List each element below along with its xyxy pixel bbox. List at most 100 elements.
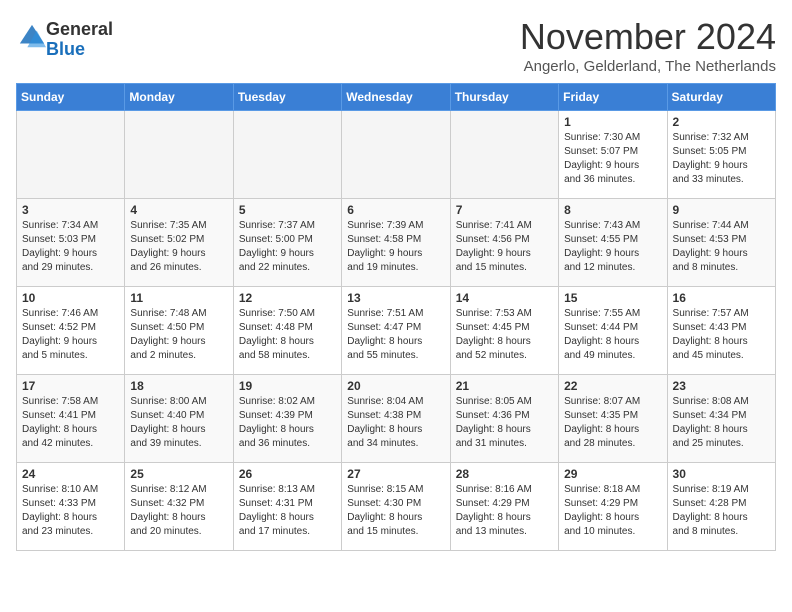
- day-number: 4: [130, 203, 227, 217]
- day-info: Sunrise: 7:55 AM Sunset: 4:44 PM Dayligh…: [564, 307, 661, 363]
- calendar-cell: 9 Sunrise: 7:44 AM Sunset: 4:53 PM Daylig…: [667, 199, 775, 287]
- calendar-cell: [342, 111, 450, 199]
- calendar-cell: 16 Sunrise: 7:57 AM Sunset: 4:43 PM Dayli…: [667, 287, 775, 375]
- day-info: Sunrise: 8:16 AM Sunset: 4:29 PM Dayligh…: [456, 483, 553, 539]
- logo-icon: [18, 23, 46, 51]
- calendar-cell: 22Sunrise: 8:07 AM Sunset: 4:35 PM Dayli…: [559, 375, 667, 463]
- calendar-cell: 11 Sunrise: 7:48 AM Sunset: 4:50 PM Dayli…: [125, 287, 233, 375]
- day-info: Sunrise: 7:57 AM Sunset: 4:43 PM Dayligh…: [673, 307, 770, 363]
- calendar-cell: 14 Sunrise: 7:53 AM Sunset: 4:45 PM Dayli…: [450, 287, 558, 375]
- title-block: November 2024 Angerlo, Gelderland, The N…: [520, 16, 776, 75]
- day-info: Sunrise: 8:13 AM Sunset: 4:31 PM Dayligh…: [239, 483, 336, 539]
- header-friday: Friday: [559, 84, 667, 111]
- day-number: 16: [673, 291, 770, 305]
- day-info: Sunrise: 7:37 AM Sunset: 5:00 PM Dayligh…: [239, 219, 336, 275]
- logo-general: General: [46, 19, 113, 39]
- day-info: Sunrise: 7:46 AM Sunset: 4:52 PM Dayligh…: [22, 307, 119, 363]
- day-number: 27: [347, 467, 444, 481]
- calendar-cell: 1 Sunrise: 7:30 AM Sunset: 5:07 PM Daylig…: [559, 111, 667, 199]
- day-info: Sunrise: 7:48 AM Sunset: 4:50 PM Dayligh…: [130, 307, 227, 363]
- day-number: 24: [22, 467, 119, 481]
- calendar-cell: 17 Sunrise: 7:58 AM Sunset: 4:41 PM Dayli…: [17, 375, 125, 463]
- day-number: 23: [673, 379, 770, 393]
- day-info: Sunrise: 8:04 AM Sunset: 4:38 PM Dayligh…: [347, 395, 444, 451]
- day-info: Sunrise: 8:12 AM Sunset: 4:32 PM Dayligh…: [130, 483, 227, 539]
- calendar-week-3: 17 Sunrise: 7:58 AM Sunset: 4:41 PM Dayli…: [17, 375, 776, 463]
- calendar-cell: 28 Sunrise: 8:16 AM Sunset: 4:29 PM Dayli…: [450, 463, 558, 551]
- calendar-cell: 2 Sunrise: 7:32 AM Sunset: 5:05 PM Daylig…: [667, 111, 775, 199]
- location-subtitle: Angerlo, Gelderland, The Netherlands: [520, 58, 776, 75]
- calendar-cell: 26Sunrise: 8:13 AM Sunset: 4:31 PM Dayli…: [233, 463, 341, 551]
- calendar-cell: 13Sunrise: 7:51 AM Sunset: 4:47 PM Dayli…: [342, 287, 450, 375]
- logo-blue: Blue: [46, 39, 85, 59]
- calendar-cell: 8Sunrise: 7:43 AM Sunset: 4:55 PM Daylig…: [559, 199, 667, 287]
- day-number: 12: [239, 291, 336, 305]
- header-sunday: Sunday: [17, 84, 125, 111]
- calendar-cell: 19Sunrise: 8:02 AM Sunset: 4:39 PM Dayli…: [233, 375, 341, 463]
- calendar-cell: 21 Sunrise: 8:05 AM Sunset: 4:36 PM Dayli…: [450, 375, 558, 463]
- header-thursday: Thursday: [450, 84, 558, 111]
- day-info: Sunrise: 7:30 AM Sunset: 5:07 PM Dayligh…: [564, 131, 661, 187]
- day-number: 21: [456, 379, 553, 393]
- calendar-table: SundayMondayTuesdayWednesdayThursdayFrid…: [16, 83, 776, 551]
- day-info: Sunrise: 7:32 AM Sunset: 5:05 PM Dayligh…: [673, 131, 770, 187]
- day-info: Sunrise: 8:05 AM Sunset: 4:36 PM Dayligh…: [456, 395, 553, 451]
- calendar-cell: 4 Sunrise: 7:35 AM Sunset: 5:02 PM Daylig…: [125, 199, 233, 287]
- header-saturday: Saturday: [667, 84, 775, 111]
- day-info: Sunrise: 7:35 AM Sunset: 5:02 PM Dayligh…: [130, 219, 227, 275]
- calendar-week-4: 24Sunrise: 8:10 AM Sunset: 4:33 PM Dayli…: [17, 463, 776, 551]
- calendar-cell: 23 Sunrise: 8:08 AM Sunset: 4:34 PM Dayli…: [667, 375, 775, 463]
- day-info: Sunrise: 8:08 AM Sunset: 4:34 PM Dayligh…: [673, 395, 770, 451]
- calendar-cell: [125, 111, 233, 199]
- day-info: Sunrise: 7:39 AM Sunset: 4:58 PM Dayligh…: [347, 219, 444, 275]
- calendar-cell: 10 Sunrise: 7:46 AM Sunset: 4:52 PM Dayli…: [17, 287, 125, 375]
- calendar-cell: [450, 111, 558, 199]
- day-number: 18: [130, 379, 227, 393]
- day-info: Sunrise: 7:50 AM Sunset: 4:48 PM Dayligh…: [239, 307, 336, 363]
- day-info: Sunrise: 8:19 AM Sunset: 4:28 PM Dayligh…: [673, 483, 770, 539]
- day-number: 2: [673, 115, 770, 129]
- calendar-cell: [17, 111, 125, 199]
- day-info: Sunrise: 8:15 AM Sunset: 4:30 PM Dayligh…: [347, 483, 444, 539]
- day-number: 25: [130, 467, 227, 481]
- day-number: 15: [564, 291, 661, 305]
- calendar-cell: 3Sunrise: 7:34 AM Sunset: 5:03 PM Daylig…: [17, 199, 125, 287]
- calendar-cell: 12 Sunrise: 7:50 AM Sunset: 4:48 PM Dayli…: [233, 287, 341, 375]
- day-info: Sunrise: 8:02 AM Sunset: 4:39 PM Dayligh…: [239, 395, 336, 451]
- calendar-week-0: 1 Sunrise: 7:30 AM Sunset: 5:07 PM Daylig…: [17, 111, 776, 199]
- day-number: 29: [564, 467, 661, 481]
- calendar-cell: [233, 111, 341, 199]
- page-header: General Blue November 2024 Angerlo, Geld…: [16, 16, 776, 75]
- month-title: November 2024: [520, 16, 776, 58]
- day-info: Sunrise: 8:00 AM Sunset: 4:40 PM Dayligh…: [130, 395, 227, 451]
- calendar-week-1: 3Sunrise: 7:34 AM Sunset: 5:03 PM Daylig…: [17, 199, 776, 287]
- calendar-cell: 18 Sunrise: 8:00 AM Sunset: 4:40 PM Dayli…: [125, 375, 233, 463]
- day-number: 1: [564, 115, 661, 129]
- calendar-cell: 5Sunrise: 7:37 AM Sunset: 5:00 PM Daylig…: [233, 199, 341, 287]
- header-wednesday: Wednesday: [342, 84, 450, 111]
- day-number: 14: [456, 291, 553, 305]
- calendar-header-row: SundayMondayTuesdayWednesdayThursdayFrid…: [17, 84, 776, 111]
- day-number: 17: [22, 379, 119, 393]
- calendar-cell: 29 Sunrise: 8:18 AM Sunset: 4:29 PM Dayli…: [559, 463, 667, 551]
- calendar-cell: 7Sunrise: 7:41 AM Sunset: 4:56 PM Daylig…: [450, 199, 558, 287]
- calendar-cell: 24Sunrise: 8:10 AM Sunset: 4:33 PM Dayli…: [17, 463, 125, 551]
- day-number: 30: [673, 467, 770, 481]
- day-number: 13: [347, 291, 444, 305]
- day-number: 22: [564, 379, 661, 393]
- day-number: 11: [130, 291, 227, 305]
- calendar-week-2: 10 Sunrise: 7:46 AM Sunset: 4:52 PM Dayli…: [17, 287, 776, 375]
- day-info: Sunrise: 7:34 AM Sunset: 5:03 PM Dayligh…: [22, 219, 119, 275]
- calendar-cell: 27 Sunrise: 8:15 AM Sunset: 4:30 PM Dayli…: [342, 463, 450, 551]
- header-tuesday: Tuesday: [233, 84, 341, 111]
- day-info: Sunrise: 7:58 AM Sunset: 4:41 PM Dayligh…: [22, 395, 119, 451]
- day-number: 20: [347, 379, 444, 393]
- day-info: Sunrise: 8:18 AM Sunset: 4:29 PM Dayligh…: [564, 483, 661, 539]
- day-number: 28: [456, 467, 553, 481]
- day-number: 10: [22, 291, 119, 305]
- calendar-cell: 6Sunrise: 7:39 AM Sunset: 4:58 PM Daylig…: [342, 199, 450, 287]
- day-number: 9: [673, 203, 770, 217]
- day-info: Sunrise: 7:53 AM Sunset: 4:45 PM Dayligh…: [456, 307, 553, 363]
- logo: General Blue: [16, 20, 113, 60]
- day-info: Sunrise: 7:44 AM Sunset: 4:53 PM Dayligh…: [673, 219, 770, 275]
